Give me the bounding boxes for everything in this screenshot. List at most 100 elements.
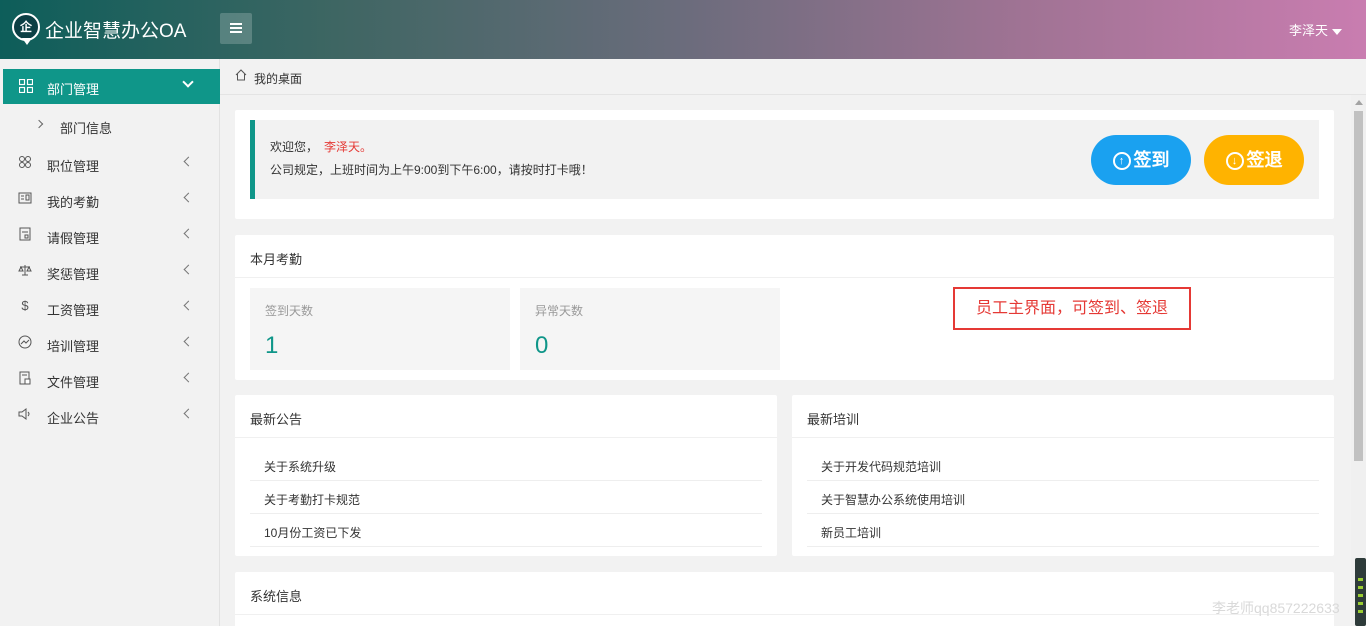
announcements-card: 最新公告 关于系统升级 关于考勤打卡规范 10月份工资已下发 [235,395,777,556]
menu-toggle-button[interactable] [220,13,252,44]
hamburger-icon-bar [230,27,242,29]
welcome-greeting: 欢迎您， 李泽天。 [270,138,372,155]
sidebar-item-attendance[interactable]: 我的考勤 [0,188,220,210]
watermark: 李老师qq857222633 [1212,600,1340,616]
sidebar: 部门管理 部门信息 职位管理 我的考勤 请假管理 奖惩管理 $ 工资管理 培训管… [0,59,220,626]
arrow-up-circle-icon: ↑ [1112,152,1131,170]
users-icon [19,156,31,168]
chevron-left-icon [183,192,194,203]
checkin-button[interactable]: ↑ 签到 [1091,135,1191,185]
sidebar-subitem-label: 部门信息 [60,121,113,136]
trainings-title: 最新培训 [807,412,860,427]
divider [792,437,1334,438]
sidebar-item-salary[interactable]: $ 工资管理 [0,296,220,318]
training-link[interactable]: 关于开发代码规范培训 [821,458,941,475]
list-item[interactable]: 关于考勤打卡规范 [250,481,762,514]
work-hours-notice: 公司规定，上班时间为上午9:00到下午6:00，请按时打卡哦！ [270,163,593,177]
top-header: 企 企业智慧办公OA 李泽天 [0,0,1366,59]
dollar-icon: $ [21,298,29,313]
divider [235,277,1334,278]
user-menu[interactable]: 李泽天 [1289,20,1342,39]
grid-icon [19,79,33,93]
signin-days-value: 1 [265,332,279,359]
sidebar-item-training[interactable]: 培训管理 [0,332,220,354]
scroll-up-icon[interactable] [1355,100,1363,105]
list-item[interactable]: 关于开发代码规范培训 [807,448,1319,481]
scrollbar-thumb[interactable] [1354,111,1363,461]
announcement-link[interactable]: 关于考勤打卡规范 [264,491,360,508]
checkout-button[interactable]: ↓ 签退 [1204,135,1304,185]
list-item[interactable]: 关于系统升级 [250,448,762,481]
abnormal-days-stat: 异常天数 0 [520,288,780,370]
chart-icon [18,335,32,349]
chevron-left-icon [183,336,194,347]
training-link[interactable]: 关于智慧办公系统使用培训 [821,491,965,508]
welcome-card: 欢迎您， 李泽天。 公司规定，上班时间为上午9:00到下午6:00，请按时打卡哦！… [235,110,1334,219]
trainings-card: 最新培训 关于开发代码规范培训 关于智慧办公系统使用培训 新员工培训 [792,395,1334,556]
list-item[interactable]: 关于智慧办公系统使用培训 [807,481,1319,514]
file-icon [19,371,31,385]
chevron-left-icon [183,228,194,239]
abnormal-days-value: 0 [535,332,549,359]
announcements-title: 最新公告 [250,412,303,427]
sidebar-item-position[interactable]: 职位管理 [0,152,220,174]
sidebar-item-label: 部门管理 [47,82,100,97]
speaker-icon [18,408,30,420]
chevron-left-icon [183,156,194,167]
sidebar-item-label: 我的考勤 [47,195,100,210]
greeting-text: 欢迎您， [270,140,319,154]
chevron-left-icon [183,372,194,383]
user-name: 李泽天 [1288,23,1328,38]
sidebar-item-leave[interactable]: 请假管理 [0,224,220,246]
meter-widget [1355,558,1366,626]
sidebar-item-files[interactable]: 文件管理 [0,368,220,390]
list-item[interactable]: 10月份工资已下发 [250,514,762,547]
sidebar-item-rewards[interactable]: 奖惩管理 [0,260,220,282]
divider [235,437,777,438]
welcome-box: 欢迎您， 李泽天。 公司规定，上班时间为上午9:00到下午6:00，请按时打卡哦！… [250,120,1319,199]
sidebar-item-label: 请假管理 [47,231,100,246]
sidebar-item-label: 企业公告 [47,411,100,426]
greeting-username: 李泽天。 [324,140,373,154]
calendar-icon [18,192,32,204]
chevron-right-icon [34,119,44,129]
breadcrumb: 我的桌面 [220,59,1366,95]
hamburger-icon-bar [230,31,242,33]
sidebar-item-label: 工资管理 [47,303,100,318]
system-info-card: 系统信息 [235,572,1334,626]
list-item[interactable]: 新员工培训 [807,514,1319,547]
logo-pin-icon [22,38,32,45]
chevron-left-icon [183,408,194,419]
hamburger-icon [230,23,242,25]
arrow-down-circle-icon: ↓ [1225,152,1244,170]
sidebar-item-label: 培训管理 [47,339,100,354]
checkin-label: 签到 [1133,150,1170,170]
checkout-label: 签退 [1246,150,1283,170]
scale-icon [18,265,32,276]
abnormal-days-label: 异常天数 [535,304,584,318]
system-info-title: 系统信息 [250,589,303,604]
caret-down-icon [1332,28,1342,35]
breadcrumb-label[interactable]: 我的桌面 [254,70,302,87]
signin-days-label: 签到天数 [265,304,314,318]
sidebar-item-label: 奖惩管理 [47,267,100,282]
announcement-link[interactable]: 关于系统升级 [264,458,336,475]
annotation-callout: 员工主界面，可签到、签退 [953,287,1191,330]
announcement-link[interactable]: 10月份工资已下发 [264,524,361,541]
sidebar-item-label: 文件管理 [47,375,100,390]
sidebar-subitem-department-info[interactable]: 部门信息 [0,115,220,136]
sidebar-item-department[interactable]: 部门管理 [3,69,220,104]
vertical-scrollbar[interactable] [1351,95,1366,626]
app-title: 企业智慧办公OA [45,21,187,42]
home-icon [235,69,247,81]
chevron-left-icon [183,264,194,275]
training-link[interactable]: 新员工培训 [821,524,881,541]
logo-icon: 企 [12,13,40,41]
chevron-left-icon [183,300,194,311]
chevron-down-icon [182,76,194,88]
signin-days-stat: 签到天数 1 [250,288,510,370]
note-icon [19,227,31,241]
divider [235,614,1334,615]
sidebar-item-notice[interactable]: 企业公告 [0,404,220,426]
sidebar-item-label: 职位管理 [47,159,100,174]
